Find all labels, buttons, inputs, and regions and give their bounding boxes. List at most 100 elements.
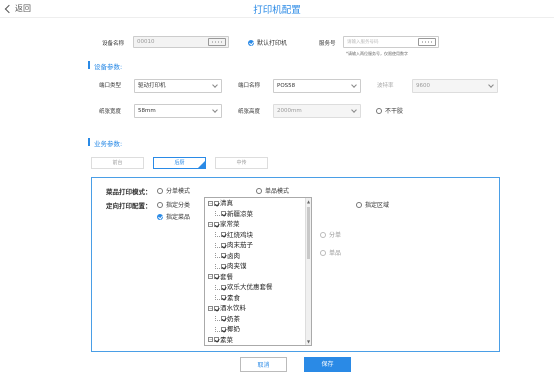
tree-folder[interactable]: − 套餐 [208,273,233,281]
tree-line [215,263,220,269]
paper-width-select[interactable]: 58mm [134,104,222,118]
baud-select: 9600 [412,79,498,93]
baud-value: 9600 [416,83,430,89]
tree-folder[interactable]: − 清真 [208,199,233,207]
tree-item[interactable]: 肉夹馍 [215,262,247,270]
checkbox-icon[interactable] [221,211,226,216]
tree-line [215,295,220,300]
opt-single-radio[interactable]: 单品 [320,248,341,257]
tab-relay[interactable]: 中传 [215,157,268,169]
directed-config-label: 定向打印配置： [106,202,152,210]
tree-line [215,242,220,248]
collapse-icon[interactable]: − [208,305,213,311]
keyboard-icon[interactable] [208,38,226,46]
scroll-thumb[interactable] [307,207,310,259]
collapse-icon[interactable]: − [208,274,213,279]
tab-front[interactable]: 前台 [91,157,144,169]
port-name-select[interactable]: POS58 [273,79,361,93]
keyboard-icon[interactable] [418,38,436,46]
checkbox-icon[interactable] [221,326,226,332]
device-params-title: 设备参数: [94,63,123,71]
radio-icon [320,249,326,256]
tree-item[interactable]: 欢乐大优惠套餐 [215,283,273,291]
tree-item[interactable]: 素食 [215,294,240,302]
paper-height-label: 纸张高度 [238,109,261,115]
collapse-icon[interactable]: − [208,221,213,227]
checkbox-icon[interactable] [221,232,226,237]
tree-scrollbar[interactable]: ▲ ▼ [305,198,311,345]
tree-folder[interactable]: − 素菜 [208,336,233,344]
port-type-label: 端口类型 [99,83,122,89]
checkbox-icon[interactable] [221,295,226,300]
default-printer-checkbox[interactable]: 默认打印机 [248,38,287,47]
chevron-down-icon [351,82,357,88]
check-circle-icon [157,213,163,220]
checkbox-icon[interactable] [214,274,219,279]
tree-node-label: 新疆凉菜 [227,209,253,218]
radio-icon [376,107,382,114]
checkbox-icon[interactable] [214,305,219,311]
server-label: 服务号 [319,41,336,47]
chevron-down-icon [212,82,218,88]
save-button[interactable]: 保存 [304,357,351,372]
checkbox-icon[interactable] [214,337,219,342]
tree-node-label: 欢乐大优惠套餐 [227,283,273,291]
scroll-up-icon[interactable]: ▲ [307,199,310,204]
business-params-title: 业务参数: [94,140,123,148]
tab-label: 前台 [112,160,123,166]
tree-node-label: 奶茶 [227,314,240,323]
device-name-input[interactable]: 00010 [133,36,229,48]
collapse-icon[interactable]: − [208,337,213,342]
chevron-down-icon [351,107,357,113]
mode-single-radio[interactable]: 单品模式 [256,186,289,195]
tree-node-label: 套餐 [220,272,233,281]
checkbox-icon[interactable] [214,200,219,206]
port-name-label: 端口名称 [238,83,261,89]
tree-line [215,326,220,332]
opt-category-radio[interactable]: 指定分类 [157,200,190,209]
tree-node-label: 素菜 [220,335,233,344]
opt-split-radio[interactable]: 分单 [320,230,341,239]
checkbox-icon[interactable] [221,284,226,290]
baud-label: 波特率 [377,83,394,89]
section-marker [88,61,90,69]
scroll-down-icon[interactable]: ▼ [307,339,310,344]
checkbox-icon[interactable] [221,263,226,269]
radio-icon [157,201,163,208]
tree-item[interactable]: 新疆凉菜 [215,210,253,218]
tab-label: 后厨 [174,160,185,166]
tree-item[interactable]: 椰奶 [215,325,240,333]
radio-icon [320,231,326,238]
tree-line [215,316,220,321]
port-name-value: POS58 [277,83,296,89]
port-type-select[interactable]: 驱动打印机 [134,79,222,93]
tree-folder[interactable]: − 酒水饮料 [208,304,246,312]
tree-item[interactable]: 红烧鸡块 [215,231,253,239]
tree-item[interactable]: 奶茶 [215,315,240,323]
tab-label: 中传 [236,160,247,166]
collapse-icon[interactable]: − [208,200,213,206]
tree-folder[interactable]: − 家常菜 [208,220,240,228]
paper-height-value: 2000mm [277,108,302,114]
tab-kitchen[interactable]: 后厨 ✓ [153,157,206,169]
port-type-value: 驱动打印机 [138,83,166,89]
server-input[interactable]: 请输入服务号码 [343,36,439,48]
tree-item[interactable]: 肉末茄子 [215,241,253,249]
cancel-button[interactable]: 取消 [240,357,287,372]
dish-tree[interactable]: − 清真 新疆凉菜 − 家常菜 红烧鸡块 肉末茄子 卤肉 肉夹馍 − 套餐 欢乐大优惠套餐 素食 − 酒水饮… [204,197,312,346]
checkbox-icon[interactable] [221,253,226,258]
checkbox-icon[interactable] [221,316,226,321]
opt-dish-radio[interactable]: 指定菜品 [157,212,190,221]
opt-category-label: 指定分类 [166,202,191,209]
checkbox-icon[interactable] [214,221,219,227]
tree-item[interactable]: 卤肉 [215,252,240,260]
opt-single-label: 单品 [329,250,342,257]
mode-single-label: 单品模式 [265,188,290,195]
tree-line [215,253,220,258]
mode-area-radio[interactable]: 指定区域 [356,200,389,209]
mode-split-radio[interactable]: 分单模式 [157,186,190,195]
no-cut-radio[interactable]: 不干胶 [376,106,403,115]
server-placeholder: 请输入服务号码 [347,40,379,45]
checkbox-icon[interactable] [221,242,226,248]
radio-icon [356,201,362,208]
